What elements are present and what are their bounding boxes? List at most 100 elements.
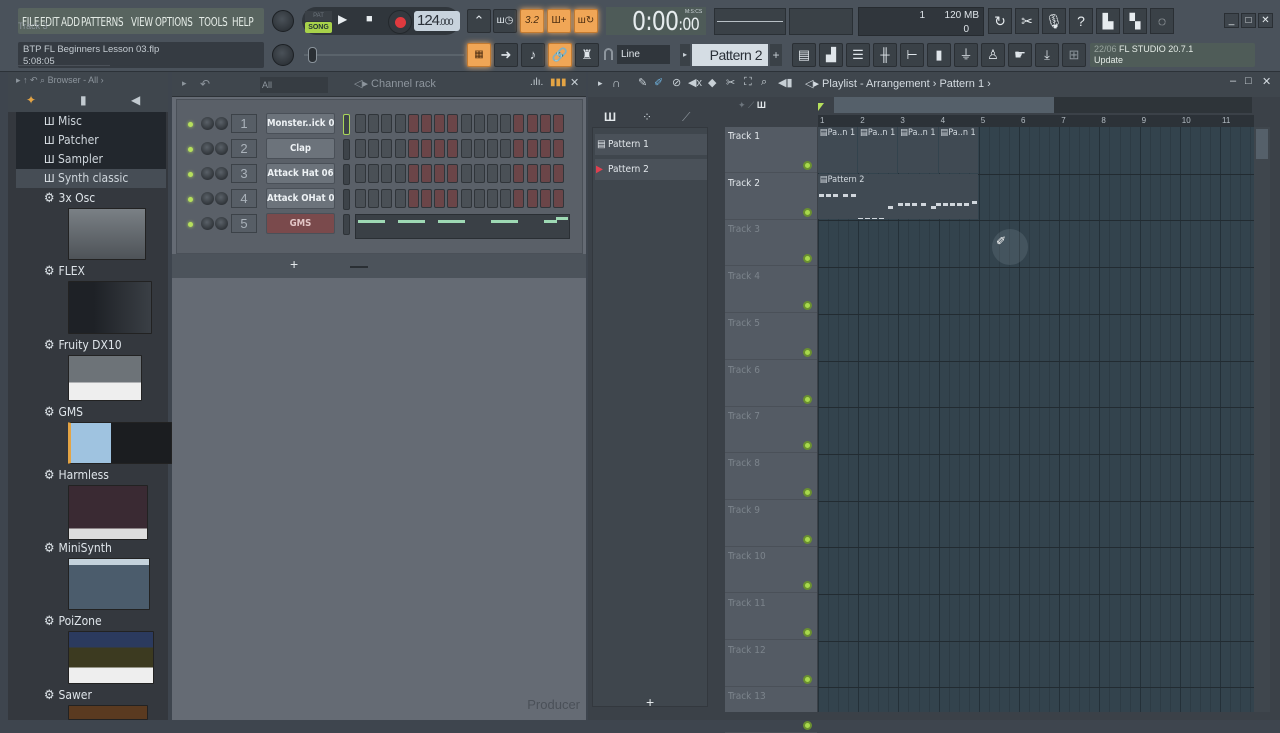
step-button[interactable] <box>421 189 432 208</box>
step-button[interactable] <box>500 139 512 158</box>
step-button[interactable] <box>355 164 366 183</box>
volume-knob[interactable] <box>215 117 228 130</box>
step-button[interactable] <box>368 114 380 133</box>
step-button[interactable] <box>487 164 498 183</box>
step-button[interactable] <box>460 139 472 158</box>
link-icon[interactable]: 🔗 <box>548 43 572 67</box>
track-name[interactable]: Track 10 <box>728 551 766 562</box>
browser-plugin-flex[interactable]: ⚙ FLEX <box>44 264 85 279</box>
menu-help[interactable]: HELP <box>232 14 254 29</box>
step-view-icon[interactable]: ▮▮▮ <box>550 77 567 88</box>
step-button[interactable] <box>539 189 551 208</box>
snap-selector[interactable]: Line <box>617 45 670 64</box>
close-icon[interactable]: ✕ <box>570 76 579 89</box>
step-button[interactable] <box>394 139 406 158</box>
playlist-view-icon[interactable]: ▦ <box>467 43 491 67</box>
step-button[interactable] <box>526 139 538 158</box>
track-enable-led[interactable] <box>803 347 812 357</box>
mixer-track-number[interactable]: 1 <box>231 114 257 133</box>
track-header[interactable]: Track 11 <box>725 594 817 640</box>
step-button[interactable] <box>407 114 419 133</box>
step-button[interactable] <box>513 164 525 183</box>
touch-controller-icon[interactable]: ♙ <box>981 43 1005 67</box>
add-pattern-button[interactable]: + <box>646 694 654 710</box>
step-button[interactable] <box>487 114 498 133</box>
step-button[interactable] <box>381 189 393 208</box>
step-button[interactable] <box>368 189 380 208</box>
step-button[interactable] <box>447 189 459 208</box>
channel-mute-led[interactable] <box>188 147 193 152</box>
scroll-thumb[interactable] <box>1256 129 1268 159</box>
track-enable-led[interactable] <box>803 161 812 170</box>
add-pattern-icon[interactable]: + <box>770 44 782 66</box>
volume-knob[interactable] <box>215 217 228 230</box>
channel-name-button[interactable]: GMS <box>266 213 335 234</box>
step-button[interactable] <box>526 189 538 208</box>
channel-select[interactable] <box>343 164 350 185</box>
step-button[interactable] <box>473 139 485 158</box>
step-button[interactable] <box>473 164 485 183</box>
mixer-track-number[interactable]: 3 <box>231 164 257 183</box>
metronome-icon[interactable]: ⌃ <box>467 9 491 33</box>
track-enable-led[interactable] <box>803 534 812 544</box>
track-header[interactable]: Track 9 <box>725 501 817 547</box>
step-button[interactable] <box>513 139 525 158</box>
tempo-display[interactable]: 124.000 <box>414 11 460 31</box>
wait-input-icon[interactable]: ш◷ <box>493 9 517 33</box>
close-icon[interactable]: ✕ <box>1262 75 1271 88</box>
browser-plugin-sawer[interactable]: ⚙ Sawer <box>44 688 92 703</box>
browser-category-synth-classic[interactable]: Ш Synth classic <box>16 169 166 188</box>
pan-knob[interactable] <box>201 142 214 155</box>
project-info-icon[interactable]: ▮ <box>927 43 951 67</box>
step-button[interactable] <box>381 164 393 183</box>
step-button[interactable] <box>394 114 406 133</box>
minimize-icon[interactable]: _ <box>1224 13 1239 28</box>
cart-icon[interactable]: ⊞ <box>1062 43 1086 67</box>
step-button[interactable] <box>526 114 538 133</box>
piano-roll-icon[interactable]: ▟ <box>819 43 843 67</box>
channel-mute-led[interactable] <box>188 222 193 227</box>
track-header[interactable]: Track 13 <box>725 687 817 733</box>
record-button[interactable] <box>388 10 412 34</box>
maximize-icon[interactable]: □ <box>1241 13 1256 28</box>
step-button[interactable] <box>447 164 459 183</box>
step-button[interactable] <box>355 114 366 133</box>
step-button[interactable] <box>553 139 564 158</box>
stamp-icon[interactable]: ♜ <box>575 43 599 67</box>
volume-knob[interactable] <box>215 192 228 205</box>
mixer-track-number[interactable]: 4 <box>231 189 257 208</box>
step-button[interactable] <box>421 139 432 158</box>
picker-pattern-2[interactable]: ▶ Pattern 2 <box>595 159 707 180</box>
channel-select[interactable] <box>343 189 350 210</box>
playlist-horizontal-scrollbar[interactable] <box>834 97 1252 113</box>
select-tool-icon[interactable]: ⛶ <box>744 76 752 89</box>
browser-category-misc[interactable]: Ш Misc <box>16 112 166 131</box>
track-enable-led[interactable] <box>803 254 812 264</box>
channel-mute-led[interactable] <box>188 197 193 202</box>
step-button[interactable] <box>539 139 551 158</box>
step-button[interactable] <box>539 114 551 133</box>
pattern-clip[interactable]: ▤Pattern 2 <box>818 174 978 219</box>
magnet-icon[interactable]: ∩ <box>612 76 621 90</box>
help-icon[interactable]: ? <box>1069 8 1093 34</box>
step-button[interactable] <box>553 114 564 133</box>
tab-files-icon[interactable]: ▮ <box>80 93 87 107</box>
browser-plugin-3xosc[interactable]: ⚙ 3x Osc <box>44 191 95 206</box>
track-enable-led[interactable] <box>803 581 812 591</box>
undo-icon[interactable]: ↶ <box>200 77 210 91</box>
channel-name-button[interactable]: Clap <box>266 138 335 159</box>
step-button[interactable] <box>553 189 564 208</box>
pattern-clip[interactable]: ▤Pa..n 1 <box>818 127 858 173</box>
master-pitch-knob[interactable] <box>272 44 294 66</box>
step-button[interactable] <box>447 139 459 158</box>
plugin-icon[interactable]: ⏚ <box>954 43 978 67</box>
piano-roll-preview[interactable] <box>355 214 570 239</box>
step-button[interactable] <box>355 189 366 208</box>
pat-mode-button[interactable]: PAT <box>305 11 332 21</box>
step-button[interactable] <box>407 164 419 183</box>
pan-knob[interactable] <box>201 192 214 205</box>
track-header[interactable]: Track 5 <box>725 314 817 360</box>
step-button[interactable] <box>513 189 525 208</box>
track-name[interactable]: Track 2 <box>728 178 760 189</box>
channel-name-button[interactable]: Attack Hat 06 <box>266 163 335 184</box>
